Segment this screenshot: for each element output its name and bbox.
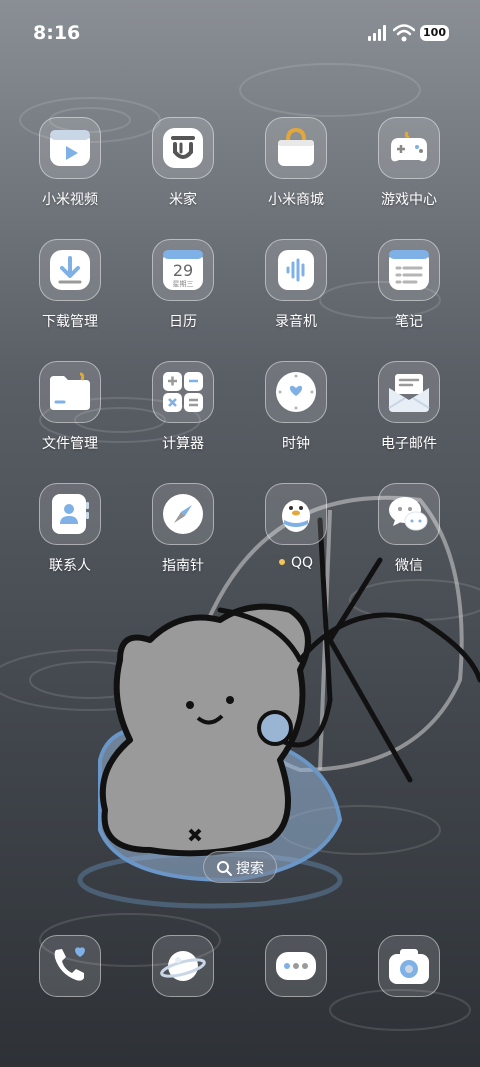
app-game-center[interactable]: 游戏中心 — [354, 117, 464, 227]
search-label: 搜索 — [236, 861, 264, 877]
folder-icon — [50, 372, 90, 410]
app-compass[interactable]: 指南针 — [128, 483, 238, 593]
messages-icon — [276, 952, 316, 980]
signal-icon — [368, 25, 386, 41]
app-label: 联系人 — [49, 558, 91, 574]
app-file-manager[interactable]: 文件管理 — [15, 361, 125, 471]
app-calendar[interactable]: 29 星期三 日历 — [128, 239, 238, 349]
wechat-icon — [389, 497, 428, 531]
app-tile[interactable] — [378, 239, 440, 301]
download-icon — [50, 250, 90, 290]
app-tile[interactable] — [39, 117, 101, 179]
app-tile[interactable] — [378, 935, 440, 997]
app-label: 游戏中心 — [381, 192, 437, 208]
app-label: 小米商城 — [268, 192, 324, 208]
compass-icon — [163, 494, 203, 534]
contacts-icon — [52, 494, 89, 534]
shopping-bag-icon — [278, 127, 314, 166]
app-label: 录音机 — [275, 314, 317, 330]
app-xiaomi-video[interactable]: 小米视频 — [15, 117, 125, 227]
dock-browser[interactable] — [128, 935, 238, 997]
app-tile[interactable] — [378, 117, 440, 179]
app-qq[interactable]: QQ — [241, 483, 351, 593]
app-tile[interactable] — [152, 117, 214, 179]
app-xiaomi-store[interactable]: 小米商城 — [241, 117, 351, 227]
dock-phone[interactable] — [15, 935, 125, 997]
app-tile[interactable] — [152, 361, 214, 423]
dock-messages[interactable] — [241, 935, 351, 997]
browser-planet-icon — [160, 951, 206, 981]
app-label: 笔记 — [395, 314, 423, 330]
app-label: 米家 — [169, 192, 197, 208]
app-label: 时钟 — [282, 436, 310, 452]
status-bar: 8:16 100 — [0, 0, 480, 66]
app-tile[interactable] — [265, 483, 327, 545]
app-tile[interactable] — [265, 117, 327, 179]
calendar-weekday: 星期三 — [173, 280, 194, 288]
app-label: 下载管理 — [42, 314, 98, 330]
clock-icon — [276, 372, 316, 412]
calendar-icon: 29 星期三 — [163, 250, 203, 290]
mijia-icon — [163, 128, 203, 168]
app-tile[interactable] — [378, 483, 440, 545]
gamepad-icon — [391, 131, 427, 162]
app-contacts[interactable]: 联系人 — [15, 483, 125, 593]
app-label: 微信 — [395, 558, 423, 574]
app-tile[interactable] — [378, 361, 440, 423]
app-tile[interactable] — [265, 361, 327, 423]
app-tile[interactable] — [39, 361, 101, 423]
app-voice-recorder[interactable]: 录音机 — [241, 239, 351, 349]
app-label: 计算器 — [162, 436, 204, 452]
app-label: 小米视频 — [42, 192, 98, 208]
app-email[interactable]: 电子邮件 — [354, 361, 464, 471]
wifi-icon — [393, 24, 415, 42]
battery-icon: 100 — [420, 25, 449, 41]
calendar-date: 29 — [173, 261, 193, 280]
voice-recorder-icon — [278, 250, 314, 290]
app-calculator[interactable]: 计算器 — [128, 361, 238, 471]
app-tile[interactable] — [39, 935, 101, 997]
phone-icon — [54, 947, 85, 981]
app-label-text: QQ — [290, 555, 314, 571]
app-mijia[interactable]: 米家 — [128, 117, 238, 227]
qq-penguin-icon — [282, 500, 310, 532]
app-tile[interactable] — [39, 239, 101, 301]
app-label: 文件管理 — [42, 436, 98, 452]
app-label: 日历 — [169, 314, 197, 330]
app-label: QQ — [241, 555, 351, 571]
app-clock[interactable]: 时钟 — [241, 361, 351, 471]
app-tile[interactable] — [152, 483, 214, 545]
app-tile[interactable]: 29 星期三 — [152, 239, 214, 301]
search-icon — [217, 861, 232, 876]
video-play-icon — [50, 130, 90, 166]
app-label: 电子邮件 — [381, 436, 437, 452]
app-notes[interactable]: 笔记 — [354, 239, 464, 349]
app-tile[interactable] — [152, 935, 214, 997]
camera-icon — [389, 949, 429, 984]
app-tile[interactable] — [265, 239, 327, 301]
dock-camera[interactable] — [354, 935, 464, 997]
calculator-icon — [163, 372, 203, 412]
app-tile[interactable] — [39, 483, 101, 545]
app-tile[interactable] — [265, 935, 327, 997]
app-wechat[interactable]: 微信 — [354, 483, 464, 593]
search-button[interactable]: 搜索 — [203, 851, 277, 883]
status-time: 8:16 — [33, 22, 81, 44]
new-install-dot — [278, 559, 285, 565]
mail-icon — [388, 374, 430, 412]
app-download-manager[interactable]: 下载管理 — [15, 239, 125, 349]
notes-icon — [389, 250, 429, 290]
app-label: 指南针 — [162, 558, 204, 574]
